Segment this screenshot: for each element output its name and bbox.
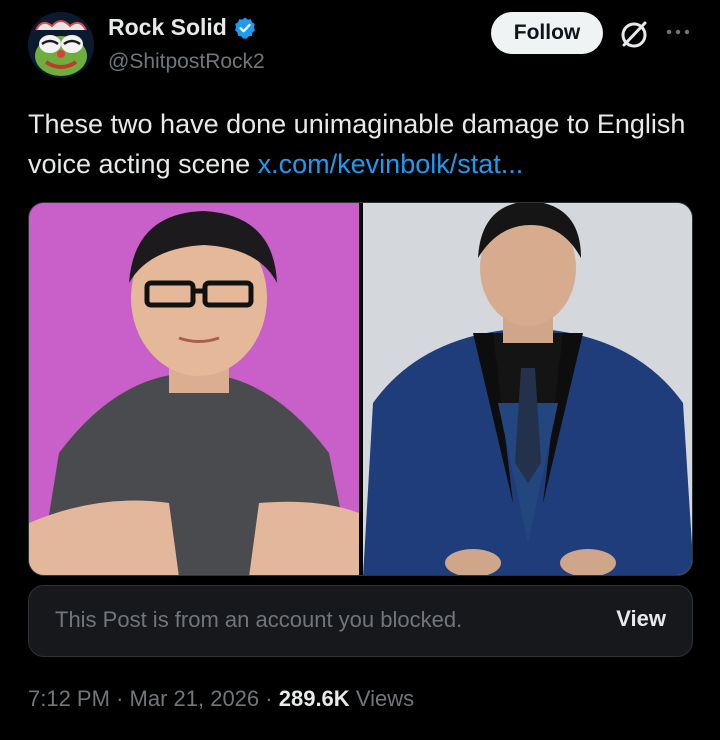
post-time[interactable]: 7:12 PM [28, 686, 110, 711]
follow-button[interactable]: Follow [491, 12, 603, 54]
author-avatar[interactable] [28, 12, 94, 78]
verified-badge-icon [234, 17, 255, 39]
views-label: Views [355, 686, 415, 711]
view-button[interactable]: View [616, 606, 666, 632]
meta-separator: · [116, 686, 124, 711]
photo-man-glasses-grey-tshirt[interactable] [29, 203, 359, 575]
more-dots-icon[interactable] [664, 18, 692, 46]
views-count: 289.6K [278, 686, 350, 711]
grok-icon[interactable] [617, 17, 651, 51]
blocked-notice: This Post is from an account you blocked… [55, 607, 463, 632]
photo-man-blue-suit[interactable] [363, 203, 692, 575]
author-handle[interactable]: @ShitpostRock2 [108, 50, 265, 74]
quoted-post-card: This Post is from an account you blocked… [28, 585, 693, 657]
clown-pepe-avatar-icon [28, 12, 94, 78]
post-date[interactable]: Mar 21, 2026 [130, 686, 260, 711]
author-name-text[interactable]: Rock Solid [108, 14, 227, 41]
post-text: These two have done unimaginable damage … [28, 104, 698, 184]
post-link[interactable]: x.com/kevinbolk/stat... [258, 149, 524, 179]
author-name[interactable]: Rock Solid [108, 14, 257, 41]
media-grid [28, 202, 693, 576]
meta-separator: · [265, 686, 273, 711]
post-meta: 7:12 PM · Mar 21, 2026 · 289.6K Views [28, 686, 414, 712]
